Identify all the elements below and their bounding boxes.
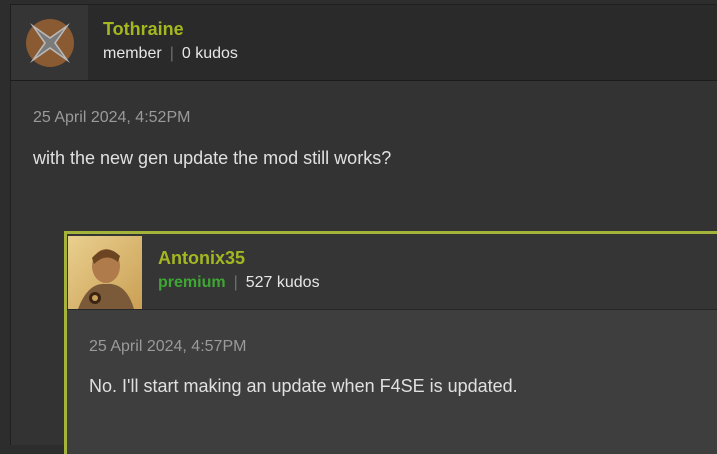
user-portrait-icon [68, 236, 142, 309]
post-author-role: member [103, 45, 162, 62]
reply-author-role-badge: premium [158, 274, 226, 291]
avatar[interactable] [11, 5, 88, 80]
reply-author-kudos: 527 kudos [245, 274, 320, 291]
post-author-name[interactable]: Tothraine [103, 19, 184, 40]
reply-timestamp: 25 April 2024, 4:57PM [89, 338, 247, 355]
reply-comment: Antonix35 premium | 527 kudos 25 April 202… [64, 231, 717, 454]
comment-thread: Tothraine member | 0 kudos 25 April 2024, … [10, 4, 717, 454]
post-author-kudos: 0 kudos [181, 45, 238, 62]
reply-header: Antonix35 premium | 527 kudos [67, 234, 717, 310]
reply-author-name[interactable]: Antonix35 [158, 248, 245, 269]
default-avatar-icon [26, 19, 74, 67]
reply-avatar[interactable] [68, 236, 142, 309]
reply-author-meta: premium | 527 kudos [158, 274, 320, 291]
post-author-meta: member | 0 kudos [103, 45, 238, 62]
post-body: with the new gen update the mod still wo… [33, 148, 392, 168]
post-timestamp: 25 April 2024, 4:52PM [33, 109, 191, 126]
post-header: Tothraine member | 0 kudos [11, 5, 717, 81]
reply-body: No. I'll start making an update when F4S… [89, 376, 518, 396]
